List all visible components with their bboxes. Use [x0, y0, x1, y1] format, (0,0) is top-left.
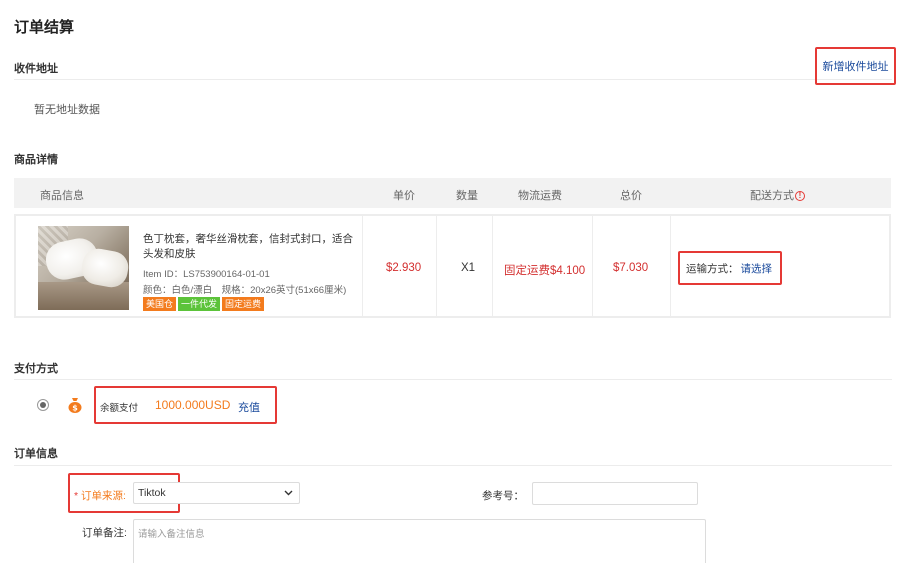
order-source-select[interactable]: Tiktok	[133, 482, 300, 504]
order-note-label: 订单备注:	[82, 527, 127, 539]
balance-payment-radio[interactable]	[37, 399, 49, 411]
unit-price: $2.930	[386, 262, 422, 274]
recharge-link[interactable]: 充值	[238, 399, 260, 415]
payment-method-label: 余额支付	[100, 403, 139, 414]
order-note-textarea[interactable]	[133, 519, 706, 563]
order-source-value: Tiktok	[138, 487, 166, 499]
header-info: 商品信息	[40, 190, 84, 202]
cell-divider	[592, 216, 593, 316]
add-address-button[interactable]: 新增收件地址	[815, 47, 896, 85]
divider	[14, 379, 892, 380]
address-section-title: 收件地址	[14, 63, 58, 75]
divider	[14, 79, 892, 80]
order-info-section-title: 订单信息	[14, 448, 58, 460]
header-unit-price: 单价	[393, 190, 415, 202]
product-item-id: Item ID：LS753900164-01-01	[143, 269, 270, 280]
table-row: 色丁枕套，奢华丝滑枕套，信封式封口，适合头发和皮肤 Item ID：LS7539…	[14, 214, 891, 318]
required-mark: *	[74, 490, 79, 502]
shipping-method-select-link[interactable]: 请选择	[741, 261, 773, 276]
header-quantity: 数量	[456, 190, 478, 202]
reference-input[interactable]	[532, 482, 698, 505]
tag-dropship: 一件代发	[178, 297, 221, 311]
balance-payment-box: 余额支付 1000.000USD 充值	[94, 386, 277, 424]
svg-text:$: $	[72, 404, 78, 413]
header-total: 总价	[620, 190, 642, 202]
reference-label: 参考号：	[482, 490, 524, 502]
info-icon[interactable]: !	[795, 191, 805, 202]
goods-table-header: 商品信息 单价 数量 物流运费 总价 配送方式!	[14, 178, 891, 208]
page-title: 订单结算	[14, 19, 75, 36]
shipping-method-label: 运输方式：	[686, 262, 739, 275]
header-delivery: 配送方式!	[750, 187, 805, 203]
product-tags: 美国仓 一件代发 固定运费	[143, 297, 265, 311]
empty-address-text: 暂无地址数据	[34, 104, 100, 116]
shipping-fee: 固定运费$4.100	[504, 265, 586, 277]
cell-divider	[436, 216, 437, 316]
product-spec: 颜色：白色/漂白 规格：20x26英寸(51x66厘米)	[143, 285, 347, 296]
add-address-label: 新增收件地址	[822, 61, 889, 73]
total-price: $7.030	[613, 262, 649, 274]
shipping-method-box: 运输方式： 请选择	[678, 251, 782, 285]
money-bag-icon: $	[68, 398, 82, 413]
order-source-label: * 订单来源:	[74, 488, 126, 503]
cell-divider	[670, 216, 671, 316]
header-delivery-label: 配送方式	[750, 190, 794, 202]
cell-divider	[492, 216, 493, 316]
balance-amount: 1000.000USD	[155, 398, 231, 412]
payment-section-title: 支付方式	[14, 363, 58, 375]
goods-section-title: 商品详情	[14, 154, 58, 166]
tag-us-warehouse: 美国仓	[143, 297, 177, 311]
product-thumbnail[interactable]	[38, 226, 129, 310]
quantity: X1	[461, 262, 476, 274]
order-source-label-text: 订单来源:	[81, 490, 126, 502]
product-name[interactable]: 色丁枕套，奢华丝滑枕套，信封式封口，适合头发和皮肤	[143, 232, 359, 262]
header-shipping-fee: 物流运费	[518, 190, 562, 202]
tag-fixed-shipping: 固定运费	[222, 297, 265, 311]
divider	[14, 465, 892, 466]
cell-divider	[362, 216, 363, 316]
chevron-down-icon	[284, 486, 293, 503]
